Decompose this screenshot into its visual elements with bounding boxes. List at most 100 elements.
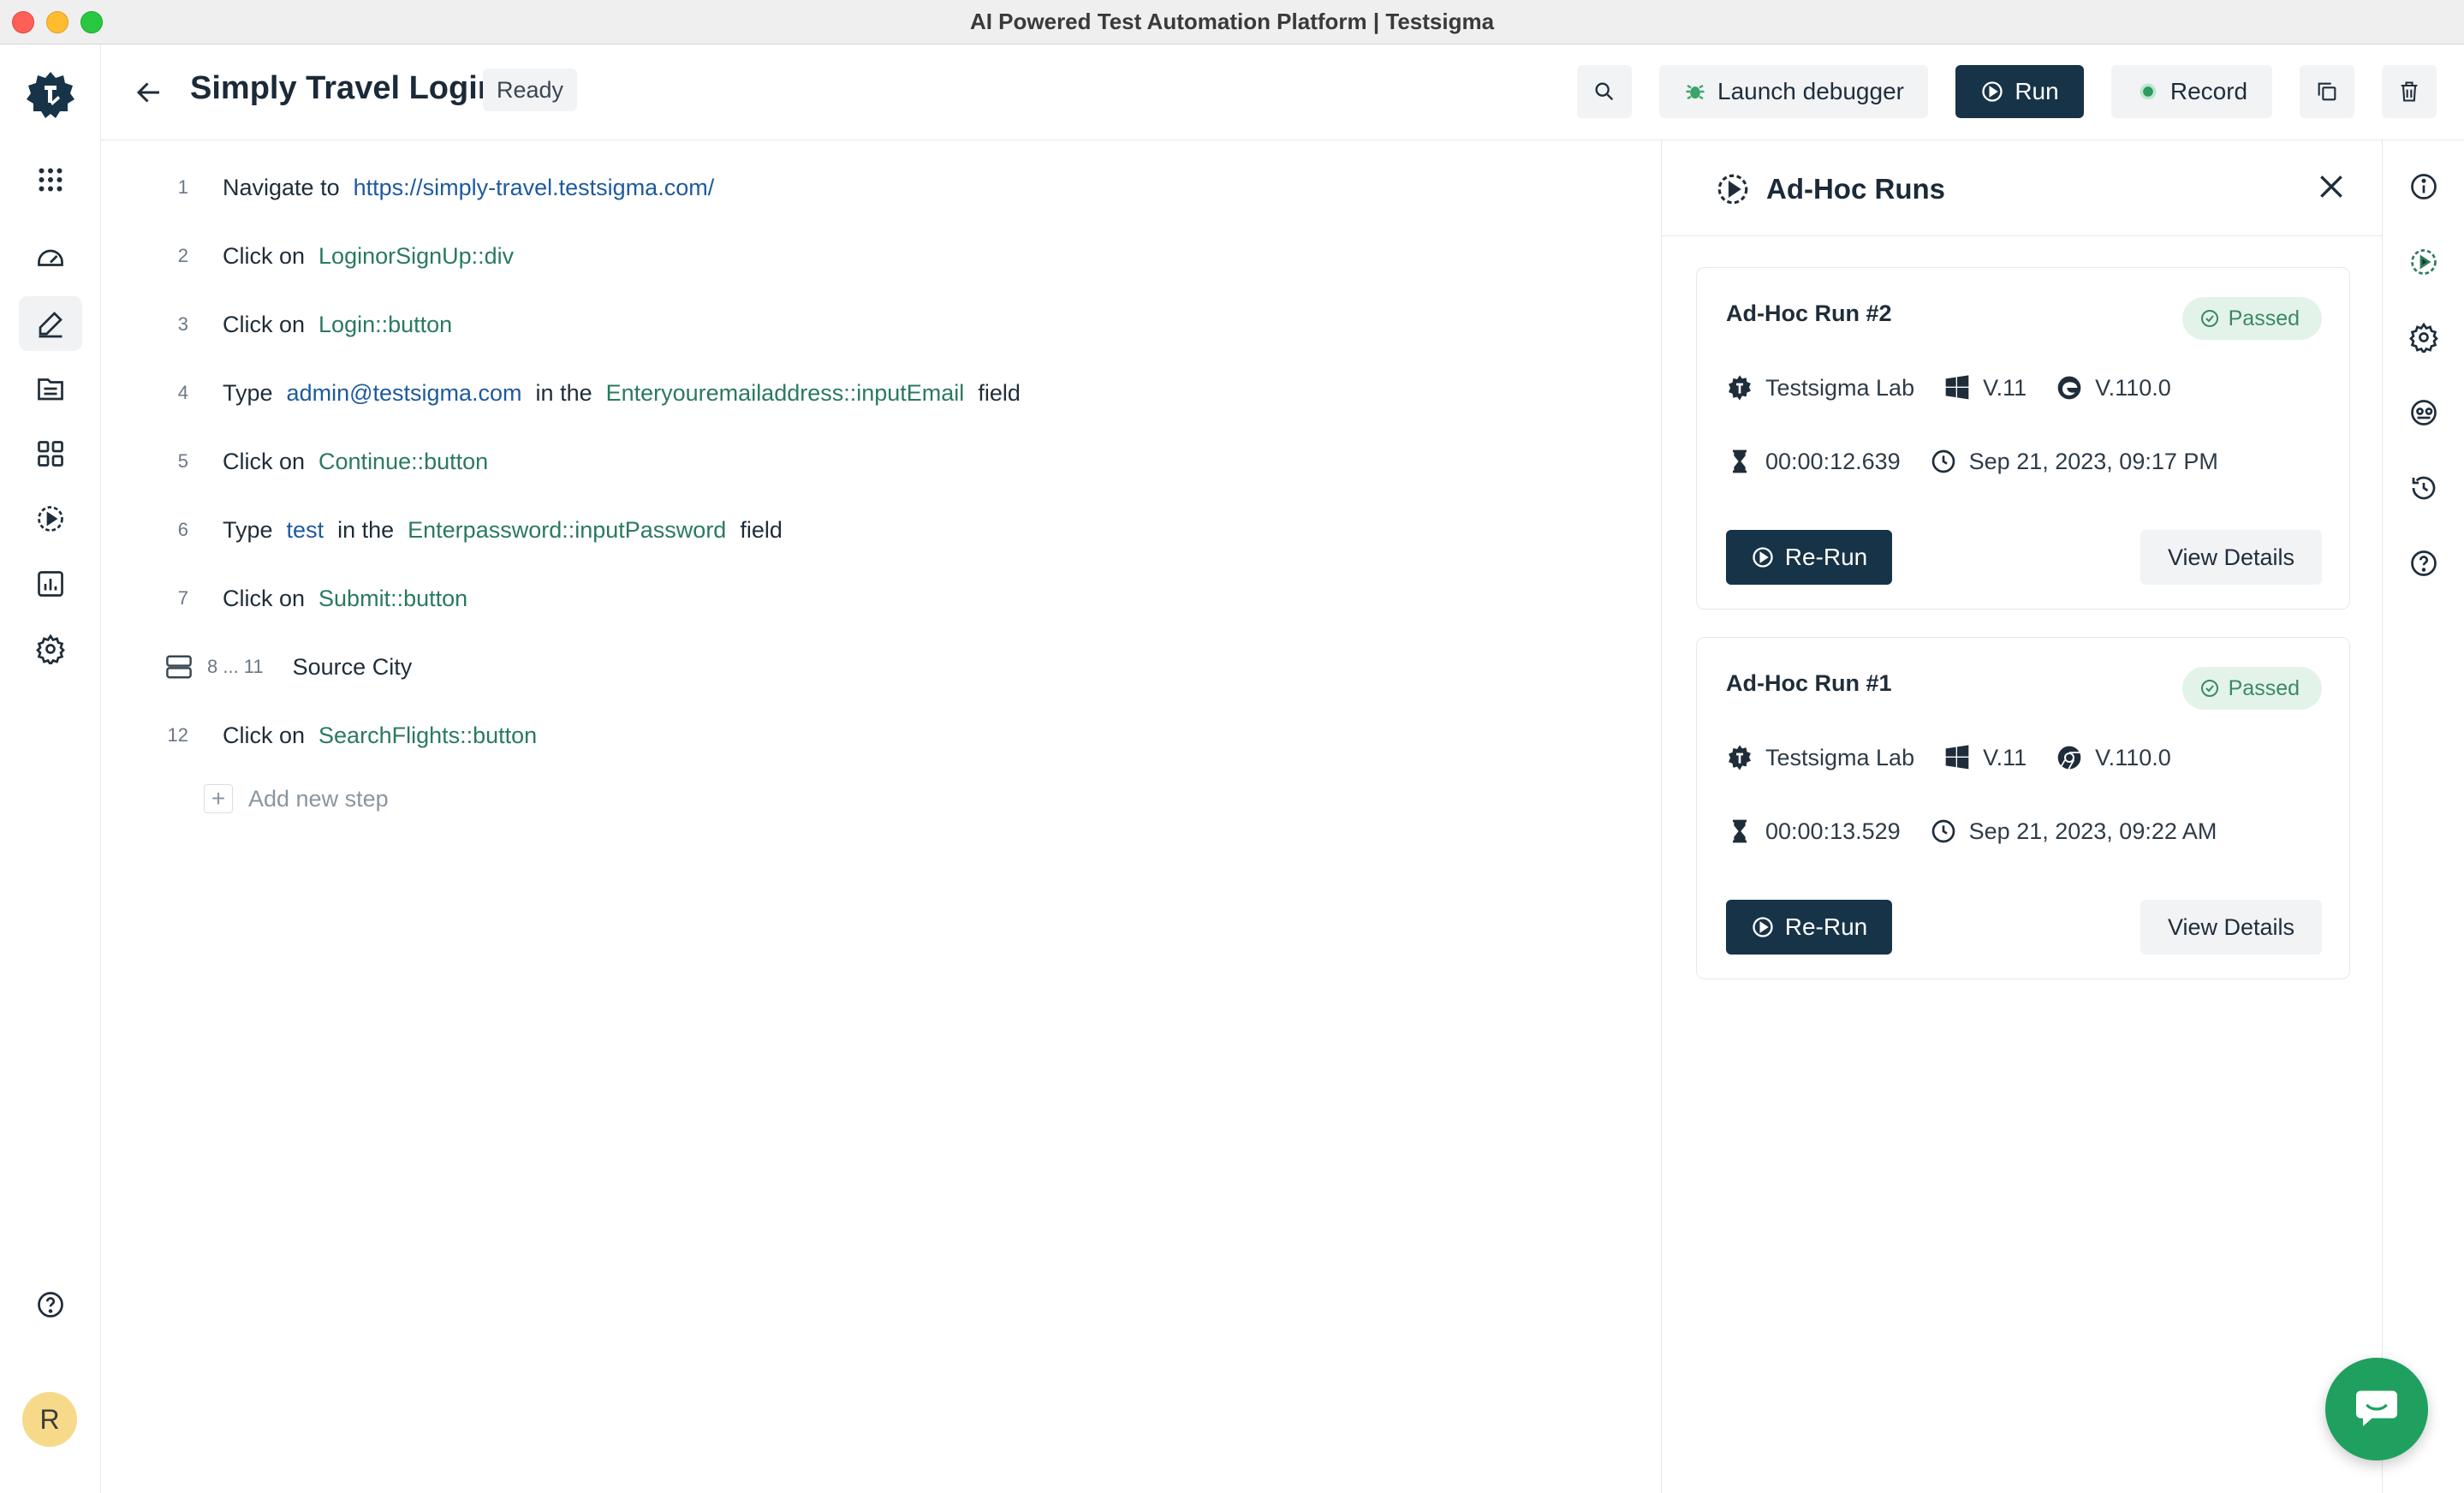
reports-icon[interactable] (19, 556, 82, 611)
step-test-data[interactable]: https://simply-travel.testsigma.com/ (354, 175, 715, 201)
bug-icon (1686, 84, 1705, 100)
rerun-label: Re-Run (1784, 913, 1868, 940)
right-icon-rail (2382, 140, 2464, 1493)
step-action: Click on (223, 448, 306, 474)
step-element[interactable]: Submit::button (318, 586, 467, 612)
clock-icon (1931, 819, 1955, 843)
adhoc-runs-icon (1717, 174, 1748, 205)
folder-icon[interactable] (19, 361, 82, 416)
run-lab: Testsigma Lab (1765, 374, 1915, 401)
delete-button[interactable] (2382, 65, 2437, 118)
step-group-row[interactable]: 8 ... 11 Source City (101, 645, 426, 688)
adhoc-runs-icon[interactable] (2405, 243, 2443, 281)
step-row[interactable]: 12 Click on SearchFlights::button (101, 714, 551, 757)
step-action: Type (223, 379, 273, 406)
user-avatar[interactable]: R (22, 1392, 77, 1447)
step-row[interactable]: 7 Click on Submit::button (101, 577, 481, 620)
step-element[interactable]: Enteryouremailaddress::inputEmail (606, 380, 965, 407)
testsigma-lab-icon (1729, 745, 1751, 770)
page-title: Simply Travel Login (190, 70, 497, 106)
step-number: 5 (177, 450, 188, 472)
step-number: 1 (177, 176, 188, 198)
hourglass-icon (1733, 819, 1747, 843)
step-row[interactable]: 4 Type admin@testsigma.com in the Enteryoure… (101, 372, 1034, 414)
chat-icon (2356, 1390, 2397, 1426)
apps-grid-icon[interactable] (19, 152, 82, 207)
view-details-label: View Details (2167, 544, 2295, 570)
windows-icon (1945, 745, 1969, 770)
settings-icon[interactable] (2405, 318, 2443, 356)
agent-icon[interactable] (2405, 394, 2443, 431)
view-details-button[interactable]: View Details (2140, 530, 2322, 585)
testsigma-lab-icon (1729, 375, 1751, 401)
step-element[interactable]: SearchFlights::button (318, 723, 537, 749)
run-button[interactable]: Run (1955, 65, 2084, 118)
run-label: Run (2015, 78, 2059, 104)
run-title: Ad-Hoc Run #2 (1726, 300, 1892, 326)
rerun-button[interactable]: Re-Run (1726, 900, 1892, 955)
chat-support-button[interactable] (2325, 1358, 2428, 1460)
step-element[interactable]: Enterpassword::inputPassword (408, 517, 726, 544)
edit-icon[interactable] (19, 296, 82, 351)
panel-header: Ad-Hoc Runs (1662, 140, 2383, 236)
help-icon[interactable] (2405, 544, 2443, 582)
step-action: Click on (223, 311, 306, 337)
step-row[interactable]: 2 Click on LoginorSignUp::div (101, 235, 527, 277)
step-row[interactable]: 3 Click on Login::button (101, 303, 466, 346)
run-timing-row: 00:00:12.639 Sep 21, 2023, 09:17 PM (1726, 448, 2247, 475)
step-action: Navigate to (223, 174, 340, 200)
history-icon[interactable] (2405, 469, 2443, 507)
rerun-label: Re-Run (1784, 544, 1868, 570)
view-details-button[interactable]: View Details (2140, 900, 2322, 955)
settings-icon[interactable] (19, 622, 82, 676)
panel-title-text: Ad-Hoc Runs (1766, 173, 1945, 205)
run-status-badge: Passed (2181, 297, 2322, 340)
info-icon[interactable] (2405, 168, 2443, 205)
plus-icon: + (204, 784, 233, 813)
step-number: 12 (167, 724, 188, 746)
run-title: Ad-Hoc Run #1 (1726, 670, 1892, 696)
play-circle-icon (1753, 547, 1773, 568)
step-row[interactable]: 1 Navigate to https://simply-travel.testsi… (101, 166, 728, 209)
step-row[interactable]: 6 Type test in the Enterpassword::inputPassw… (101, 509, 796, 551)
step-element[interactable]: Continue::button (318, 449, 488, 475)
help-icon[interactable] (19, 1277, 82, 1332)
step-element[interactable]: Login::button (318, 312, 452, 338)
add-new-step[interactable]: + Add new step (101, 784, 389, 813)
search-button[interactable] (1577, 65, 1632, 118)
step-test-data[interactable]: admin@testsigma.com (287, 380, 522, 407)
step-row[interactable]: 5 Click on Continue::button (101, 440, 502, 483)
rerun-button[interactable]: Re-Run (1726, 530, 1892, 585)
search-icon (1595, 82, 1614, 101)
run-date: Sep 21, 2023, 09:17 PM (1968, 448, 2218, 474)
record-button[interactable]: Record (2111, 65, 2272, 118)
step-test-data[interactable]: test (287, 517, 324, 544)
run-status-badge: Passed (2181, 667, 2322, 710)
run-status-text: Passed (2228, 306, 2300, 330)
step-action: Click on (223, 242, 306, 269)
page-header: Simply Travel Login Ready Launch debugge… (101, 45, 2464, 140)
check-circle-icon (2200, 680, 2218, 697)
run-duration: 00:00:12.639 (1765, 448, 1901, 474)
modules-icon[interactable] (19, 426, 82, 481)
testsigma-logo[interactable] (26, 70, 75, 120)
copy-button[interactable] (2300, 65, 2354, 118)
back-arrow-icon[interactable] (130, 74, 168, 111)
close-icon[interactable] (2314, 170, 2348, 204)
run-os-version: V.11 (1983, 374, 2027, 401)
record-icon (2140, 83, 2157, 100)
run-os-version: V.11 (1983, 744, 2027, 770)
run-date: Sep 21, 2023, 09:22 AM (1968, 818, 2217, 844)
run-environment-row: Testsigma Lab V.11 V.110.0 (1726, 374, 2200, 402)
add-step-label: Add new step (248, 785, 389, 812)
runs-icon[interactable] (19, 491, 82, 546)
adhoc-run-card: Ad-Hoc Run #1 Passed Testsigma Lab V.11 V.11… (1696, 637, 2350, 979)
step-element[interactable]: LoginorSignUp::div (318, 243, 514, 270)
chrome-browser-icon (2057, 746, 2081, 770)
window-titlebar: AI Powered Test Automation Platform | Te… (0, 0, 2464, 45)
step-number: 7 (177, 587, 188, 609)
window-title: AI Powered Test Automation Platform | Te… (969, 9, 1495, 34)
step-number: 6 (177, 519, 188, 540)
dashboard-icon[interactable] (19, 231, 82, 286)
launch-debugger-button[interactable]: Launch debugger (1659, 65, 1928, 118)
